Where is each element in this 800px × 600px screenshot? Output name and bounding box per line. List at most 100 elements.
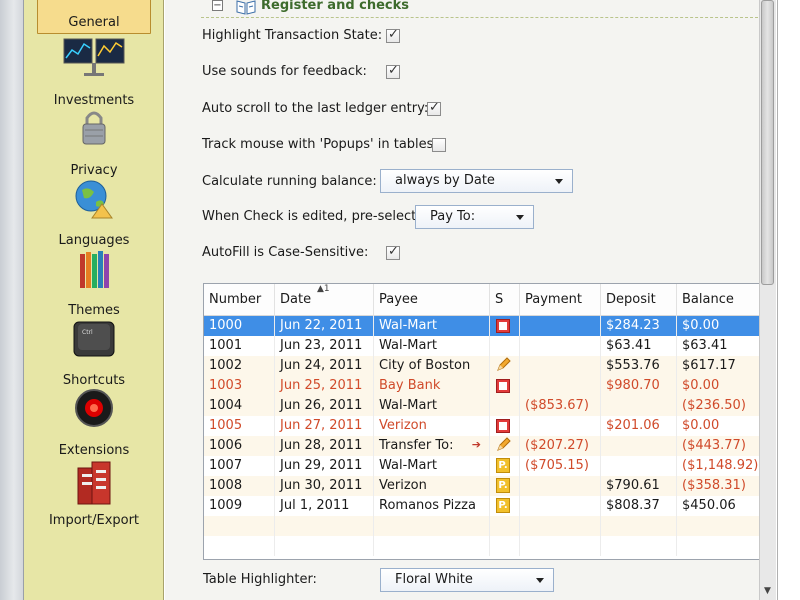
- cell-payee: Wal-Mart: [374, 456, 490, 476]
- highlight-state-checkbox[interactable]: [386, 27, 400, 43]
- transactions-table[interactable]: Number Date Payee S Payment Deposit Bala…: [203, 283, 760, 560]
- autofill-checkbox[interactable]: [386, 244, 400, 260]
- collapse-toggle[interactable]: −: [212, 0, 223, 11]
- extensions-icon: [75, 389, 113, 427]
- chevron-down-icon: [555, 179, 563, 184]
- cell-payment: ($705.15): [520, 456, 601, 476]
- sidebar-item-general[interactable]: General: [37, 0, 151, 34]
- empty-cell: [677, 516, 759, 536]
- cell-deposit: $201.06: [601, 416, 677, 436]
- empty-cell: [204, 536, 275, 556]
- investments-icon: [63, 38, 125, 76]
- cell-date: Jun 23, 2011: [275, 336, 374, 356]
- highlight-state-label: Highlight Transaction State:: [202, 28, 383, 43]
- cell-payee: City of Boston: [374, 356, 490, 376]
- cell-deposit: [601, 456, 677, 476]
- cell-status: [490, 416, 520, 436]
- window-left-edge: [0, 0, 24, 600]
- cell-payment: [520, 356, 601, 376]
- cell-status: P.: [490, 496, 520, 516]
- autofill-label: AutoFill is Case-Sensitive:: [202, 245, 369, 260]
- cell-deposit: $980.70: [601, 376, 677, 396]
- running-balance-dropdown[interactable]: always by Date: [380, 169, 573, 193]
- cell-payment: [520, 336, 601, 356]
- chevron-down-icon: [516, 215, 524, 220]
- pencil-status-icon: [497, 357, 511, 371]
- table-row[interactable]: 1006 Jun 28, 2011 Transfer To: ➔ ($207.27) ($…: [204, 436, 759, 456]
- scroll-down-arrow-icon[interactable]: ▼: [764, 586, 771, 596]
- check-edited-value: Pay To:: [430, 209, 476, 224]
- preferences-sidebar: General Investments Privacy Languages Th…: [24, 0, 164, 600]
- cell-date: Jun 26, 2011: [275, 396, 374, 416]
- cell-payee: Verizon: [374, 476, 490, 496]
- cell-date: Jul 1, 2011: [275, 496, 374, 516]
- column-header-balance[interactable]: Balance: [677, 284, 759, 316]
- sidebar-item-label: Languages: [58, 233, 130, 248]
- cell-balance: $0.00: [677, 416, 759, 436]
- check-edited-label: When Check is edited, pre-select:: [202, 209, 421, 224]
- cell-payee: Wal-Mart: [374, 316, 490, 336]
- table-row[interactable]: 1002 Jun 24, 2011 City of Boston $553.76 $61…: [204, 356, 759, 376]
- cell-date: Jun 28, 2011: [275, 436, 374, 456]
- column-header-payment[interactable]: Payment: [520, 284, 601, 316]
- globe-icon: [75, 180, 113, 219]
- empty-cell: [601, 516, 677, 536]
- column-header-number[interactable]: Number: [204, 284, 275, 316]
- lock-icon: [82, 111, 106, 145]
- pencil-status-icon: [497, 437, 511, 451]
- sidebar-item-languages[interactable]: Languages: [24, 178, 164, 248]
- table-row[interactable]: 1000 Jun 22, 2011 Wal-Mart $284.23 $0.00: [204, 316, 759, 336]
- column-header-status[interactable]: S: [490, 284, 520, 316]
- book-icon: [236, 0, 256, 15]
- import-export-icon: [77, 461, 111, 505]
- cell-balance: $450.06: [677, 496, 759, 516]
- check-edited-dropdown[interactable]: Pay To:: [415, 205, 534, 229]
- sidebar-item-shortcuts[interactable]: Ctrl Shortcuts: [24, 318, 164, 388]
- scrollbar-thumb[interactable]: [761, 0, 774, 285]
- table-row[interactable]: 1007 Jun 29, 2011 Wal-Mart P. ($705.15) ($1,1…: [204, 456, 759, 476]
- cell-payment: [520, 376, 601, 396]
- empty-cell: [374, 516, 490, 536]
- sidebar-item-label: Extensions: [58, 443, 130, 458]
- sounds-label: Use sounds for feedback:: [202, 64, 367, 79]
- pending-status-icon: P.: [496, 498, 510, 513]
- cell-status: [490, 356, 520, 376]
- sidebar-item-import-export[interactable]: Import/Export: [24, 460, 164, 532]
- table-highlighter-dropdown[interactable]: Floral White: [380, 568, 554, 592]
- table-row[interactable]: 1005 Jun 27, 2011 Verizon $201.06 $0.00: [204, 416, 759, 436]
- cell-balance: $617.17: [677, 356, 759, 376]
- table-row[interactable]: 1003 Jun 25, 2011 Bay Bank $980.70 $0.00: [204, 376, 759, 396]
- table-row[interactable]: 1008 Jun 30, 2011 Verizon P. $790.61 ($358.31…: [204, 476, 759, 496]
- sidebar-item-themes[interactable]: Themes: [24, 248, 164, 318]
- cell-payee: Verizon: [374, 416, 490, 436]
- keyboard-key-icon: Ctrl: [73, 321, 115, 357]
- sidebar-item-investments[interactable]: Investments: [24, 38, 164, 108]
- cell-balance: ($443.77): [677, 436, 759, 456]
- cell-number: 1008: [204, 476, 275, 496]
- empty-row: [204, 516, 759, 536]
- empty-cell: [275, 516, 374, 536]
- column-header-payee[interactable]: Payee: [374, 284, 490, 316]
- table-highlighter-label: Table Highlighter:: [203, 572, 317, 587]
- sidebar-item-privacy[interactable]: Privacy: [24, 108, 164, 178]
- empty-row: [204, 536, 759, 556]
- cell-payment: [520, 476, 601, 496]
- cell-number: 1001: [204, 336, 275, 356]
- track-mouse-checkbox[interactable]: [432, 138, 446, 152]
- cell-balance: ($358.31): [677, 476, 759, 496]
- table-row[interactable]: 1001 Jun 23, 2011 Wal-Mart $63.41 $63.41: [204, 336, 759, 356]
- table-row[interactable]: 1004 Jun 26, 2011 Wal-Mart ($853.67) ($236.5…: [204, 396, 759, 416]
- running-balance-label: Calculate running balance:: [202, 174, 377, 189]
- cell-status: P.: [490, 456, 520, 476]
- column-header-deposit[interactable]: Deposit: [601, 284, 677, 316]
- table-row[interactable]: 1009 Jul 1, 2011 Romanos Pizza P. $808.37 $45…: [204, 496, 759, 516]
- auto-scroll-checkbox[interactable]: [427, 100, 441, 116]
- auto-scroll-label: Auto scroll to the last ledger entry:: [202, 101, 429, 116]
- sidebar-item-extensions[interactable]: Extensions: [24, 388, 164, 458]
- cell-deposit: [601, 396, 677, 416]
- cell-date: Jun 27, 2011: [275, 416, 374, 436]
- empty-cell: [677, 536, 759, 556]
- unreconciled-status-icon: [496, 419, 510, 433]
- sounds-checkbox[interactable]: [386, 63, 400, 79]
- empty-cell: [275, 536, 374, 556]
